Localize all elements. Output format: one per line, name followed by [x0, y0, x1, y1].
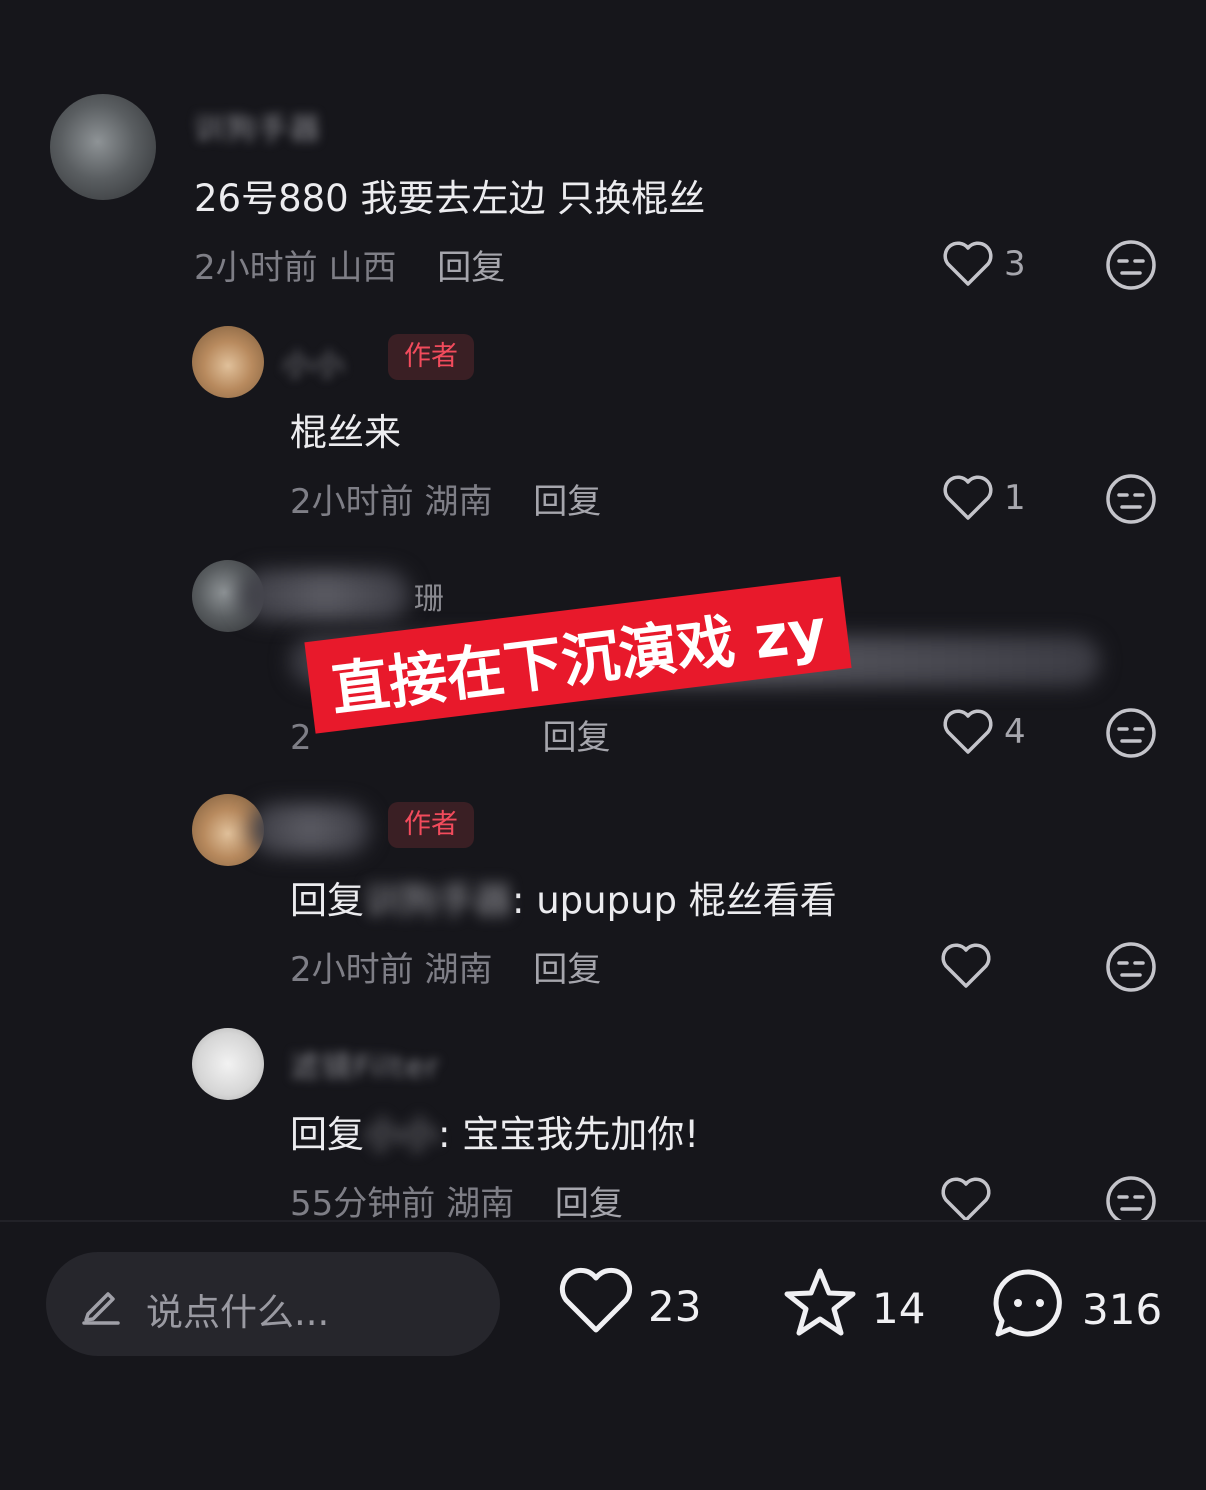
comment-username[interactable]: 珊	[414, 574, 446, 618]
like-count: 1	[1004, 478, 1026, 518]
like-button[interactable]: 1	[942, 474, 1026, 522]
dislike-button[interactable]	[1104, 940, 1158, 994]
post-favorite-button[interactable]: 14	[782, 1266, 925, 1350]
heart-icon	[942, 474, 994, 522]
reply-button[interactable]: 回复	[542, 718, 610, 758]
comment-username[interactable]: 滤镜Filter	[290, 1042, 440, 1086]
avatar[interactable]	[50, 94, 156, 200]
comment-time: 2	[290, 718, 312, 758]
blurred-username	[250, 804, 370, 854]
reply-prefix: 回复	[290, 879, 364, 922]
comment-input-placeholder: 说点什么...	[146, 1291, 330, 1334]
post-comment-count: 316	[1082, 1284, 1163, 1334]
reply-body: : 宝宝我先加你!	[438, 1113, 700, 1156]
dislike-button[interactable]	[1104, 706, 1158, 760]
comment-time: 2小时前	[290, 482, 414, 522]
comment-username[interactable]: 小小	[282, 340, 346, 384]
post-like-count: 23	[648, 1281, 702, 1331]
author-badge: 作者	[388, 802, 474, 848]
comment-time: 2小时前	[194, 248, 318, 288]
comment-text[interactable]: 26号880 我要去左边 只换棍丝	[194, 168, 705, 222]
like-button[interactable]: 4	[942, 708, 1026, 756]
reply-prefix: 回复	[290, 1113, 364, 1156]
comment-location: 湖南	[424, 950, 493, 990]
dislike-button[interactable]	[1104, 238, 1158, 292]
comments-page: 训狗手器 26号880 我要去左边 只换棍丝 2小时前 山西 回复 3 小小 作…	[0, 0, 1206, 1490]
comment-meta: 2小时前 湖南 回复	[290, 942, 601, 991]
author-badge: 作者	[388, 334, 474, 380]
reply-button[interactable]: 回复	[437, 248, 505, 288]
heart-icon	[558, 1266, 634, 1346]
heart-icon	[942, 240, 994, 288]
comment-location: 山西	[328, 248, 397, 288]
meh-face-icon	[1104, 238, 1158, 292]
star-icon	[782, 1266, 858, 1350]
heart-icon	[942, 708, 994, 756]
comment-text[interactable]: 回复训狗手器: upupup 棍丝看看	[290, 870, 837, 924]
like-count: 4	[1004, 712, 1026, 752]
dislike-button[interactable]	[1104, 472, 1158, 526]
comment-text[interactable]: 回复小小: 宝宝我先加你!	[290, 1104, 699, 1158]
comment-time: 55分钟前	[290, 1184, 436, 1224]
reply-body: : upupup 棍丝看看	[512, 879, 837, 922]
comment-location: 湖南	[424, 482, 493, 522]
like-count: 3	[1004, 244, 1026, 284]
comment-meta: 2小时前 山西 回复	[194, 240, 505, 289]
reply-button[interactable]: 回复	[555, 1184, 623, 1224]
blurred-mention: 小小	[364, 1113, 438, 1156]
post-comment-button[interactable]: 316	[990, 1266, 1162, 1352]
comment-time: 2小时前	[290, 950, 414, 990]
bottom-action-bar: 说点什么... 23 14 316	[0, 1222, 1206, 1490]
comment-input[interactable]: 说点什么...	[46, 1252, 500, 1356]
blurred-mention: 训狗手器	[364, 879, 512, 922]
meh-face-icon	[1104, 940, 1158, 994]
reply-button[interactable]: 回复	[533, 482, 601, 522]
post-favorite-count: 14	[872, 1283, 926, 1333]
comment-text[interactable]: 棍丝来	[290, 402, 401, 456]
reply-button[interactable]: 回复	[533, 950, 601, 990]
like-button[interactable]	[940, 942, 1002, 990]
chat-bubble-icon	[990, 1266, 1068, 1352]
avatar[interactable]	[192, 1028, 264, 1100]
like-button[interactable]	[940, 1176, 992, 1224]
comment-location: 湖南	[446, 1184, 515, 1224]
comment-meta: 2小时前 湖南 回复	[290, 474, 601, 523]
meh-face-icon	[1104, 706, 1158, 760]
heart-icon	[940, 1176, 992, 1224]
like-button[interactable]: 3	[942, 240, 1026, 288]
meh-face-icon	[1104, 472, 1158, 526]
post-like-button[interactable]: 23	[558, 1266, 701, 1346]
comment-meta: 55分钟前 湖南 回复	[290, 1176, 623, 1225]
heart-icon	[940, 942, 992, 990]
avatar[interactable]	[192, 326, 264, 398]
comment-username[interactable]: 训狗手器	[194, 104, 322, 148]
blurred-username	[240, 570, 410, 620]
